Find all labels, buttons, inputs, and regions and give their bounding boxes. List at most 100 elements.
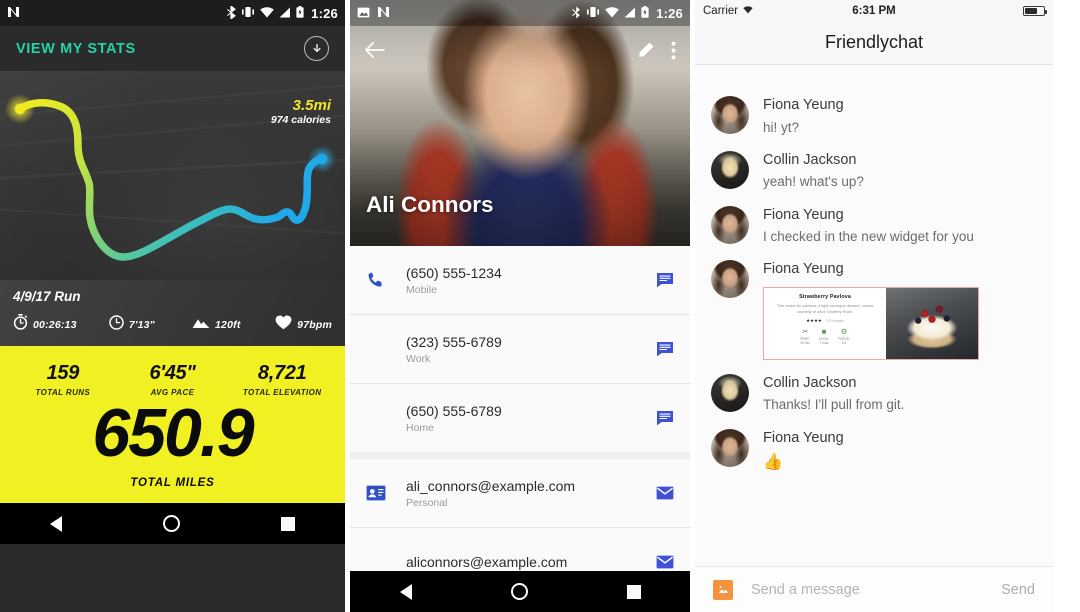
contact-value: (650) 555-6789: [406, 402, 502, 419]
vibrate-icon: [241, 6, 255, 20]
section-divider: [350, 452, 690, 459]
avatar: [711, 150, 749, 189]
chat-message-list[interactable]: Fiona Yeung hi! yt? Collin Jackson yeah!…: [695, 65, 1053, 566]
view-my-stats-label[interactable]: VIEW MY STATS: [16, 41, 136, 57]
chat-input-bar: Send a message Send: [695, 566, 1053, 612]
star-icon: ★★★★: [806, 317, 822, 323]
download-circle-icon[interactable]: [304, 36, 329, 61]
phone-icon: [366, 271, 406, 290]
metric-elevation: 120ft: [192, 316, 275, 334]
message-sender: Fiona Yeung: [763, 97, 844, 113]
arrow-back-icon[interactable]: [364, 41, 385, 59]
chat-navbar: Friendlychat: [695, 21, 1053, 65]
recipe-rating: ★★★★ 170 reviews: [806, 318, 844, 324]
recipe-stat-serves: ⚙ FEEDS: 4-6: [838, 328, 850, 345]
contact-label: Mobile: [406, 284, 437, 297]
metric-heartrate-value: 97bpm: [297, 318, 333, 331]
avg-pace-value: 6'45": [149, 362, 196, 384]
contact-row-home[interactable]: (650) 555-6789 Home: [350, 384, 690, 452]
total-miles-value: 650.9: [92, 395, 254, 471]
recipe-description: This recipe for pavlova, a light meringu…: [776, 302, 874, 314]
metric-heartrate: 97bpm: [275, 315, 332, 335]
serves-icon: ⚙: [840, 326, 848, 336]
more-vert-icon[interactable]: [671, 41, 676, 60]
total-elevation-value: 8,721: [257, 362, 307, 384]
totals-row: 159 TOTAL RUNS 6'45" AVG PACE 8,721 TOTA…: [0, 346, 345, 399]
screenshot-stage: 1:26 VIEW MY STATS 3.5mi 974 calories 4/…: [0, 0, 1080, 612]
message-emoji: 👍: [763, 454, 783, 472]
contact-row-body: (323) 555-6789 Work: [406, 333, 644, 365]
android-status-bar: 1:26: [0, 0, 345, 26]
run-calories-value: 974 calories: [270, 114, 331, 127]
message-sender: Collin Jackson: [763, 151, 857, 168]
prep-icon: ✂: [801, 326, 809, 336]
bluetooth-icon: [572, 6, 581, 21]
android-n-icon: [7, 6, 20, 20]
chat-message[interactable]: Fiona Yeung 👍: [695, 422, 1053, 480]
cook-icon: ■: [821, 326, 827, 336]
pencil-icon[interactable]: [636, 41, 655, 60]
run-totals-panel: 159 TOTAL RUNS 6'45" AVG PACE 8,721 TOTA…: [0, 346, 345, 503]
chat-message[interactable]: Collin Jackson yeah! what's up?: [695, 144, 1053, 199]
chat-message[interactable]: Collin Jackson Thanks! I'll pull from gi…: [695, 367, 1053, 422]
contact-value: ali_connors@example.com: [406, 477, 576, 494]
run-metric-row: 00:26:13 7'13" 120ft 97bpm: [13, 314, 332, 335]
total-miles-block: 650.9 TOTAL MILES: [0, 399, 345, 503]
run-route-map[interactable]: 3.5mi 974 calories: [0, 71, 345, 280]
send-button[interactable]: Send: [1001, 582, 1035, 598]
metric-duration-value: 00:26:13: [33, 318, 77, 331]
message-icon[interactable]: [644, 272, 674, 288]
signal-icon: [624, 7, 636, 20]
contact-row-body: ali_connors@example.com Personal: [406, 477, 644, 509]
carrier-block: Carrier: [703, 5, 754, 17]
message-text: yeah! what's up?: [763, 174, 864, 190]
recipe-stat-cook: ■ COOK: 1 hour: [819, 328, 829, 345]
chat-message[interactable]: Fiona Yeung I checked in the new widget …: [695, 199, 1053, 254]
message-sender: Fiona Yeung: [763, 261, 844, 278]
email-icon[interactable]: [644, 555, 674, 569]
vibrate-icon: [586, 6, 600, 20]
total-runs-value: 159: [46, 362, 80, 384]
recipe-card-text: Strawberry Pavlova This recipe for pavlo…: [764, 288, 886, 359]
recipe-stat-prep: ✂ PREP: 25 min: [800, 328, 810, 345]
chat-message-with-card[interactable]: Fiona Yeung Strawberry Pavlova This reci…: [695, 253, 1053, 367]
signal-icon: [279, 7, 291, 20]
message-icon[interactable]: [644, 341, 674, 357]
contact-row-body: (650) 555-1234 Mobile: [406, 264, 644, 296]
bluetooth-icon: [227, 4, 237, 21]
contact-name: Ali Connors: [366, 192, 494, 217]
recipe-title: Strawberry Pavlova: [799, 293, 851, 300]
battery-icon: [641, 6, 649, 20]
chat-message[interactable]: Fiona Yeung hi! yt?: [695, 89, 1053, 144]
android-nav-bar-run: [0, 503, 345, 544]
total-elevation-cell: 8,721 TOTAL ELEVATION: [227, 362, 337, 397]
message-input[interactable]: Send a message: [751, 582, 1001, 598]
android-nav-bar-contact: [350, 571, 690, 612]
contact-row-mobile[interactable]: (650) 555-1234 Mobile: [350, 246, 690, 314]
recipe-photo: [886, 287, 978, 359]
back-triangle-icon[interactable]: [399, 583, 412, 600]
recipe-stat-value: 1 hour: [819, 340, 829, 345]
android-status-bar-contact: 1:26: [350, 0, 690, 26]
contact-row-email-personal[interactable]: ali_connors@example.com Personal: [350, 459, 690, 527]
contact-value: (323) 555-6789: [406, 333, 502, 350]
metric-pace-value: 7'13": [128, 318, 155, 331]
battery-icon: [1023, 5, 1047, 16]
message-sender: Fiona Yeung: [763, 206, 844, 223]
run-distance-value: 3.5mi: [292, 97, 331, 114]
recents-square-icon[interactable]: [626, 584, 641, 599]
home-circle-icon[interactable]: [162, 515, 180, 532]
home-circle-icon[interactable]: [510, 583, 528, 600]
contact-value: (650) 555-1234: [406, 264, 502, 281]
contact-row-work[interactable]: (323) 555-6789 Work: [350, 315, 690, 383]
android-n-icon: [377, 6, 390, 20]
email-icon[interactable]: [644, 486, 674, 500]
image-attach-icon[interactable]: [713, 579, 733, 600]
contact-label: Work: [406, 353, 431, 366]
back-triangle-icon[interactable]: [50, 515, 63, 532]
message-text: I checked in the new widget for you: [763, 229, 974, 245]
message-icon[interactable]: [644, 410, 674, 426]
recipe-card[interactable]: Strawberry Pavlova This recipe for pavlo…: [763, 286, 979, 360]
recents-square-icon[interactable]: [280, 516, 295, 531]
recipe-stats: ✂ PREP: 25 min ■ COOK: 1 hour ⚙ FEEDS: 4…: [800, 328, 849, 345]
